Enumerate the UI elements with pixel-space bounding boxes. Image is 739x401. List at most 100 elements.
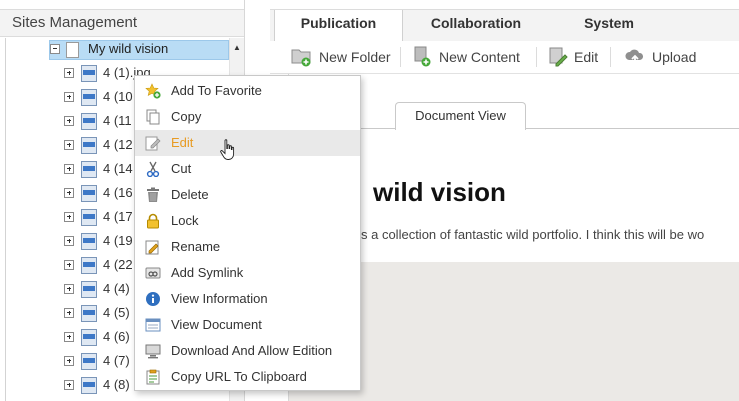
star-add-icon bbox=[145, 83, 161, 99]
rename-icon bbox=[145, 240, 159, 255]
action-toolbar: New Folder New Content Edit Upload bbox=[270, 41, 739, 74]
menu-item-view-information[interactable]: View Information bbox=[135, 286, 360, 312]
new-content-label: New Content bbox=[439, 49, 520, 65]
new-content-icon bbox=[414, 46, 431, 67]
tree-item-label[interactable]: 4 (22 bbox=[103, 257, 133, 272]
image-file-icon bbox=[81, 161, 97, 178]
tree-root-label[interactable]: My wild vision bbox=[88, 41, 168, 56]
expand-toggle-icon[interactable] bbox=[64, 308, 74, 318]
image-file-icon bbox=[81, 65, 97, 82]
upload-label: Upload bbox=[652, 49, 697, 65]
symlink-icon bbox=[145, 267, 161, 279]
clipboard-icon bbox=[146, 369, 160, 385]
toolbar-divider bbox=[610, 47, 611, 67]
image-file-icon bbox=[81, 137, 97, 154]
collapse-toggle-icon[interactable] bbox=[50, 44, 60, 54]
document-view-label: Document View bbox=[415, 108, 506, 123]
expand-toggle-icon[interactable] bbox=[64, 236, 74, 246]
image-file-icon bbox=[81, 113, 97, 130]
tab-label: Collaboration bbox=[430, 15, 522, 31]
image-file-icon bbox=[81, 377, 97, 394]
tree-item-label[interactable]: 4 (12 bbox=[103, 137, 133, 152]
tree-item-label[interactable]: 4 (5) bbox=[103, 305, 130, 320]
tree-item-label[interactable]: 4 (11 bbox=[103, 113, 132, 128]
document-title: wild vision bbox=[373, 177, 506, 207]
menu-item-view-document[interactable]: View Document bbox=[135, 312, 360, 338]
tree-item-label[interactable]: 4 (16 bbox=[103, 185, 133, 200]
menu-item-label: Copy URL To Clipboard bbox=[171, 369, 307, 384]
edit-pencil-icon bbox=[549, 47, 568, 67]
toolbar-divider bbox=[536, 47, 537, 67]
menu-item-label: Copy bbox=[171, 109, 202, 124]
tab-document-view[interactable]: Document View bbox=[395, 102, 526, 130]
menu-item-label: Add To Favorite bbox=[171, 83, 262, 98]
expand-toggle-icon[interactable] bbox=[64, 140, 74, 150]
tree-item-label[interactable]: 4 (14 bbox=[103, 161, 133, 176]
menu-item-cut[interactable]: Cut bbox=[135, 156, 360, 182]
menu-item-download-and-allow-edition[interactable]: Download And Allow Edition bbox=[135, 338, 360, 364]
menu-item-label: Delete bbox=[171, 187, 209, 202]
expand-toggle-icon[interactable] bbox=[64, 260, 74, 270]
tab-label: System bbox=[584, 15, 634, 31]
image-file-icon bbox=[81, 257, 97, 274]
sites-panel-title: Sites Management bbox=[12, 14, 138, 31]
menu-item-add-to-favorite[interactable]: Add To Favorite bbox=[135, 78, 360, 104]
scroll-up-arrow-icon[interactable]: ▲ bbox=[233, 43, 241, 52]
expand-toggle-icon[interactable] bbox=[64, 188, 74, 198]
expand-toggle-icon[interactable] bbox=[64, 380, 74, 390]
scissors-icon bbox=[146, 161, 160, 177]
tab-label: Publication bbox=[300, 15, 377, 31]
menu-item-delete[interactable]: Delete bbox=[135, 182, 360, 208]
expand-toggle-icon[interactable] bbox=[64, 164, 74, 174]
expand-toggle-icon[interactable] bbox=[64, 92, 74, 102]
expand-toggle-icon[interactable] bbox=[64, 332, 74, 342]
image-file-icon bbox=[81, 209, 97, 226]
new-folder-label: New Folder bbox=[319, 49, 391, 65]
edit-button[interactable]: Edit bbox=[548, 47, 598, 67]
menu-item-rename[interactable]: Rename bbox=[135, 234, 360, 260]
expand-toggle-icon[interactable] bbox=[64, 356, 74, 366]
tree-item-label[interactable]: 4 (10 bbox=[103, 89, 133, 104]
menu-item-lock[interactable]: Lock bbox=[135, 208, 360, 234]
menu-item-copy[interactable]: Copy bbox=[135, 104, 360, 130]
info-icon bbox=[146, 292, 160, 306]
image-file-icon bbox=[81, 89, 97, 106]
tab-publication[interactable]: Publication bbox=[274, 10, 403, 42]
image-file-icon bbox=[81, 281, 97, 298]
menu-item-add-symlink[interactable]: Add Symlink bbox=[135, 260, 360, 286]
tree-item-label[interactable]: 4 (4) bbox=[103, 281, 130, 296]
context-menu: Add To Favorite Copy Edit Cut Delete Loc… bbox=[134, 75, 361, 391]
expand-toggle-icon[interactable] bbox=[64, 212, 74, 222]
sites-panel-header: Sites Management bbox=[0, 9, 244, 37]
ribbon-tabs: Publication Collaboration System bbox=[270, 9, 739, 42]
lock-icon bbox=[147, 213, 159, 229]
copy-icon bbox=[146, 109, 160, 125]
tab-system[interactable]: System bbox=[551, 10, 667, 41]
toolbar-divider bbox=[400, 47, 401, 67]
new-content-button[interactable]: New Content bbox=[413, 46, 520, 67]
tree-item-label[interactable]: 4 (6) bbox=[103, 329, 130, 344]
upload-button[interactable]: Upload bbox=[624, 47, 696, 67]
expand-toggle-icon[interactable] bbox=[64, 284, 74, 294]
edit-label: Edit bbox=[574, 49, 599, 65]
view-document-icon bbox=[145, 318, 161, 332]
menu-item-label: Edit bbox=[171, 135, 194, 150]
menu-item-edit[interactable]: Edit bbox=[135, 130, 360, 156]
expand-toggle-icon[interactable] bbox=[64, 116, 74, 126]
tree-item-label[interactable]: 4 (19 bbox=[103, 233, 133, 248]
edit-icon bbox=[145, 136, 161, 151]
menu-item-label: View Document bbox=[171, 317, 262, 332]
menu-item-label: View Information bbox=[171, 291, 268, 306]
image-file-icon bbox=[81, 233, 97, 250]
menu-item-copy-url-to-clipboard[interactable]: Copy URL To Clipboard bbox=[135, 364, 360, 390]
image-file-icon bbox=[81, 353, 97, 370]
trash-icon bbox=[147, 187, 159, 202]
expand-toggle-icon[interactable] bbox=[64, 68, 74, 78]
tree-item-label[interactable]: 4 (8) bbox=[103, 377, 130, 392]
tree-item-label[interactable]: 4 (17 bbox=[103, 209, 133, 224]
new-folder-button[interactable]: New Folder bbox=[291, 47, 391, 67]
tree-item-label[interactable]: 4 (7) bbox=[103, 353, 130, 368]
upload-cloud-icon bbox=[625, 49, 644, 65]
image-file-icon bbox=[81, 185, 97, 202]
tab-collaboration[interactable]: Collaboration bbox=[404, 10, 548, 41]
